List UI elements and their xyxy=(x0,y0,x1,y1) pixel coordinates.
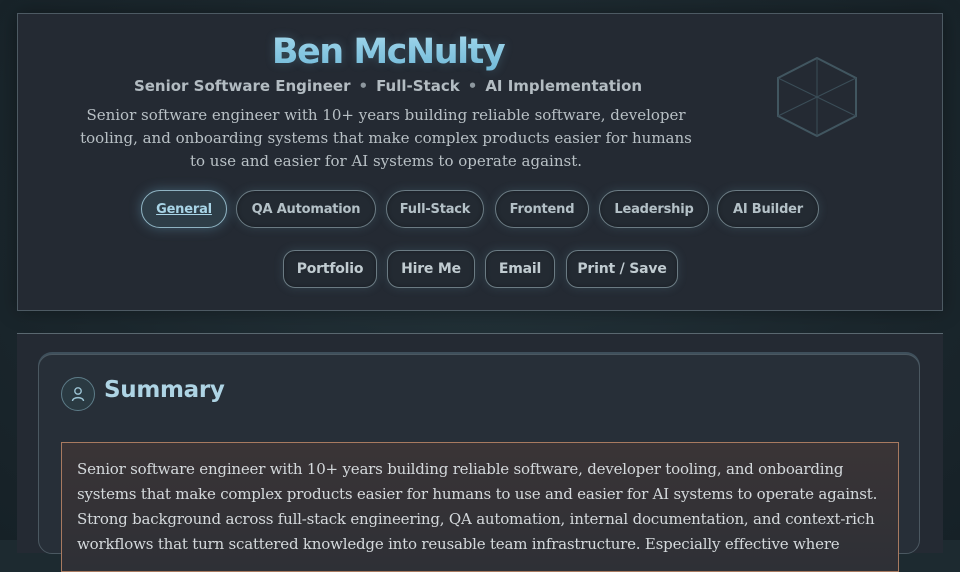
summary-heading: Summary xyxy=(104,377,225,403)
role-separator: • xyxy=(358,77,369,95)
summary-card: Summary Senior software engineer with 10… xyxy=(38,354,920,572)
print-save-button[interactable]: Print / Save xyxy=(566,250,678,288)
profile-header: Ben McNulty Senior Software Engineer • F… xyxy=(17,13,943,311)
main-content: Summary Senior software engineer with 10… xyxy=(17,333,943,572)
portfolio-button[interactable]: Portfolio xyxy=(283,250,377,288)
role-3: AI Implementation xyxy=(485,77,643,95)
tab-full-stack[interactable]: Full-Stack xyxy=(386,190,484,228)
user-icon xyxy=(61,377,95,411)
tab-frontend[interactable]: Frontend xyxy=(495,190,589,228)
role-2: Full-Stack xyxy=(376,77,460,95)
profile-name: Ben McNulty xyxy=(18,32,758,72)
role-1: Senior Software Engineer xyxy=(133,77,351,95)
profile-intro: Senior software engineer with 10+ years … xyxy=(80,106,692,170)
tab-general[interactable]: General xyxy=(141,190,227,228)
email-button[interactable]: Email xyxy=(485,250,555,288)
tab-ai-builder[interactable]: AI Builder xyxy=(717,190,819,228)
profile-roles: Senior Software Engineer • Full-Stack • … xyxy=(18,77,758,95)
summary-text: Senior software engineer with 10+ years … xyxy=(61,442,899,572)
role-separator: • xyxy=(467,77,478,95)
tab-qa-automation[interactable]: QA Automation xyxy=(236,190,376,228)
hexagon-logo-icon xyxy=(777,56,857,138)
hire-me-button[interactable]: Hire Me xyxy=(387,250,475,288)
tab-leadership[interactable]: Leadership xyxy=(599,190,709,228)
